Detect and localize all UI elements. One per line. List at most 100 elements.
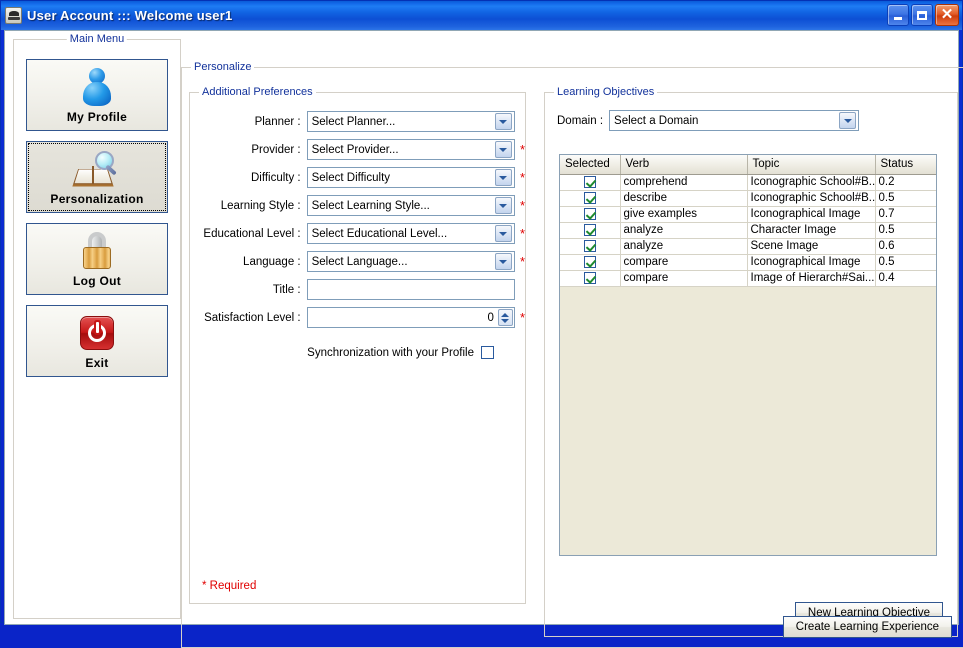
window-title: User Account ::: Welcome user1	[27, 8, 233, 23]
row-checkbox-cell[interactable]	[560, 174, 621, 191]
educational-level-combo[interactable]: Select Educational Level...	[306, 223, 515, 244]
language-label: Language :	[243, 255, 301, 268]
person-icon	[82, 67, 112, 107]
cell-verb: comprehend	[620, 174, 748, 191]
planner-label: Planner :	[254, 115, 301, 128]
domain-label: Domain :	[557, 114, 604, 127]
minimize-button[interactable]	[887, 4, 909, 26]
cell-verb: compare	[620, 254, 748, 271]
table-header-row: Selected Verb Topic Status	[560, 155, 936, 175]
sync-profile-row: Synchronization with your Profile	[190, 346, 494, 359]
cell-verb: compare	[620, 270, 748, 287]
cell-status: 0.5	[875, 254, 936, 271]
spinner-up-icon[interactable]	[501, 312, 510, 317]
cell-topic: Iconographical Image	[747, 254, 876, 271]
client-area: Main Menu My Profile Personalization Log…	[4, 30, 963, 648]
table-row[interactable]: compare Iconographical Image 0.5	[560, 254, 936, 271]
cell-status: 0.2	[875, 174, 936, 191]
window-controls: ✕	[887, 4, 959, 26]
sync-profile-checkbox[interactable]	[481, 346, 494, 359]
table-row[interactable]: analyze Character Image 0.5	[560, 222, 936, 239]
chevron-down-icon	[494, 197, 512, 214]
required-marker: *	[519, 310, 525, 325]
domain-combo[interactable]: Select a Domain	[609, 110, 860, 131]
title-bar: User Account ::: Welcome user1 ✕	[1, 1, 962, 30]
spinner-down-icon[interactable]	[501, 318, 510, 323]
domain-value: Select a Domain	[614, 114, 699, 127]
main-menu-panel: Main Menu My Profile Personalization Log…	[13, 33, 181, 619]
table-row[interactable]: analyze Scene Image 0.6	[560, 238, 936, 255]
personalize-panel: Personalize Additional Preferences Plann…	[181, 61, 963, 648]
required-marker: *	[519, 198, 525, 213]
personalize-title: Personalize	[191, 61, 255, 73]
field-row-learning-style: Learning Style : Select Learning Style..…	[190, 195, 525, 216]
satisfaction-level-spinner[interactable]: 0	[306, 307, 515, 328]
row-checkbox-cell[interactable]	[560, 254, 621, 271]
required-note: * Required	[202, 580, 257, 592]
checked-checkbox-icon[interactable]	[583, 239, 596, 252]
sidebar-item-log-out[interactable]: Log Out	[26, 223, 168, 295]
spinner-arrows[interactable]	[497, 309, 513, 326]
difficulty-value: Select Difficulty	[311, 171, 391, 184]
row-checkbox-cell[interactable]	[560, 238, 621, 255]
maximize-button[interactable]	[911, 4, 933, 26]
additional-preferences-title: Additional Preferences	[199, 86, 316, 98]
cell-topic: Character Image	[747, 222, 876, 239]
cell-status: 0.6	[875, 238, 936, 255]
book-search-icon	[73, 149, 118, 189]
cell-topic: Iconographic School#B...	[747, 190, 876, 207]
row-checkbox-cell[interactable]	[560, 270, 621, 287]
table-row[interactable]: describe Iconographic School#B... 0.5	[560, 190, 936, 207]
educational-level-value: Select Educational Level...	[311, 227, 448, 240]
required-marker: *	[519, 142, 525, 157]
sidebar-item-exit[interactable]: Exit	[26, 305, 168, 377]
checked-checkbox-icon[interactable]	[583, 223, 596, 236]
sidebar-item-personalization[interactable]: Personalization	[26, 141, 168, 213]
sidebar-item-my-profile[interactable]: My Profile	[26, 59, 168, 131]
provider-value: Select Provider...	[311, 143, 399, 156]
cell-topic: Iconographical Image	[747, 206, 876, 223]
cell-status: 0.7	[875, 206, 936, 223]
checked-checkbox-icon[interactable]	[583, 207, 596, 220]
row-checkbox-cell[interactable]	[560, 222, 621, 239]
checked-checkbox-icon[interactable]	[583, 271, 596, 284]
title-input[interactable]	[306, 279, 515, 300]
row-checkbox-cell[interactable]	[560, 190, 621, 207]
learning-style-combo[interactable]: Select Learning Style...	[306, 195, 515, 216]
column-header-selected[interactable]: Selected	[560, 155, 621, 175]
table-row[interactable]: compare Image of Hierarch#Sai... 0.4	[560, 270, 936, 287]
learning-style-value: Select Learning Style...	[311, 199, 430, 212]
checked-checkbox-icon[interactable]	[583, 175, 596, 188]
minimize-icon	[894, 17, 902, 20]
row-checkbox-cell[interactable]	[560, 206, 621, 223]
table-row[interactable]: comprehend Iconographic School#B... 0.2	[560, 174, 936, 191]
close-button[interactable]: ✕	[935, 4, 959, 26]
maximize-icon	[917, 10, 927, 20]
table-row[interactable]: give examples Iconographical Image 0.7	[560, 206, 936, 223]
field-row-educational-level: Educational Level : Select Educational L…	[190, 223, 525, 244]
provider-combo[interactable]: Select Provider...	[306, 139, 515, 160]
main-menu-title: Main Menu	[66, 33, 128, 45]
sidebar-item-label: Personalization	[50, 191, 144, 206]
field-row-provider: Provider : Select Provider... *	[190, 139, 525, 160]
column-header-status[interactable]: Status	[875, 155, 936, 175]
difficulty-label: Difficulty :	[250, 171, 301, 184]
learning-objectives-panel: Learning Objectives Domain : Select a Do…	[544, 86, 958, 637]
create-learning-experience-button[interactable]: Create Learning Experience	[782, 616, 952, 638]
checked-checkbox-icon[interactable]	[583, 191, 596, 204]
create-learning-experience-container: Create Learning Experience	[782, 616, 952, 638]
chevron-down-icon	[839, 112, 857, 129]
column-header-topic[interactable]: Topic	[747, 155, 876, 175]
language-combo[interactable]: Select Language...	[306, 251, 515, 272]
planner-combo[interactable]: Select Planner...	[306, 111, 515, 132]
planner-value: Select Planner...	[311, 115, 396, 128]
column-header-verb[interactable]: Verb	[620, 155, 748, 175]
checked-checkbox-icon[interactable]	[583, 255, 596, 268]
field-row-satisfaction-level: Satisfaction Level : 0 *	[190, 307, 525, 328]
cell-status: 0.4	[875, 270, 936, 287]
difficulty-combo[interactable]: Select Difficulty	[306, 167, 515, 188]
chevron-down-icon	[494, 169, 512, 186]
learning-objectives-table[interactable]: Selected Verb Topic Status comprehend Ic…	[559, 154, 937, 556]
cell-verb: describe	[620, 190, 748, 207]
learning-style-label: Learning Style :	[220, 199, 301, 212]
